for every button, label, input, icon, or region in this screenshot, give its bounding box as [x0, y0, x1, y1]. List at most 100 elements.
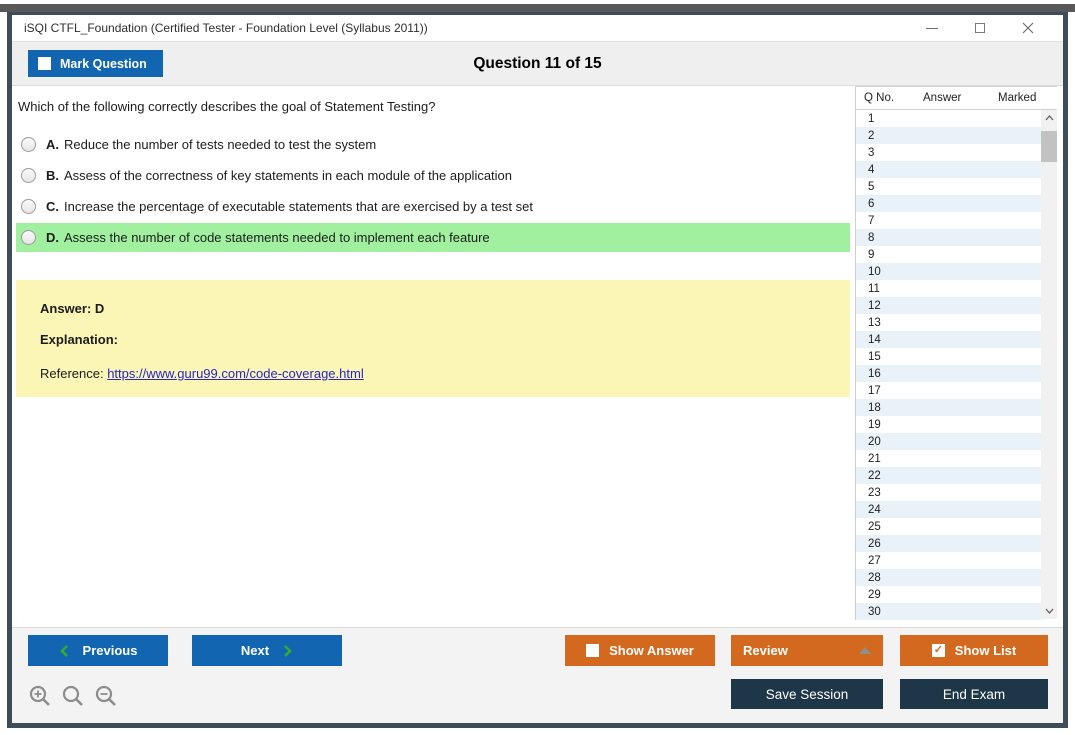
column-answer: Answer: [923, 92, 998, 104]
scroll-up-icon[interactable]: [1041, 110, 1057, 126]
table-row[interactable]: 2: [856, 127, 1041, 144]
option-row-b[interactable]: B.Assess of the correctness of key state…: [16, 161, 850, 190]
cell-q: 23: [868, 487, 919, 499]
cell-q: 11: [868, 283, 919, 295]
table-row[interactable]: 9: [856, 246, 1041, 263]
question-list-body: 1234567891011121314151617181920212223242…: [856, 110, 1057, 619]
previous-label: Previous: [83, 643, 138, 658]
zoom-in-icon[interactable]: [28, 684, 52, 708]
cell-q: 7: [868, 215, 919, 227]
show-answer-checkbox[interactable]: [586, 644, 599, 657]
cell-q: 20: [868, 436, 919, 448]
option-text: Reduce the number of tests needed to tes…: [64, 137, 376, 152]
radio-icon[interactable]: [21, 230, 36, 245]
option-row-a[interactable]: A. Reduce the number of tests needed to t…: [16, 130, 850, 159]
table-row[interactable]: 19: [856, 416, 1041, 433]
minimize-icon[interactable]: [925, 21, 939, 35]
zoom-reset-icon[interactable]: [61, 684, 85, 708]
show-answer-button[interactable]: Show Answer: [565, 635, 715, 666]
question-header-bar: Mark Question Question 11 of 15: [12, 42, 1063, 86]
explanation-label: Explanation:: [40, 332, 840, 347]
cell-q: 10: [868, 266, 919, 278]
table-row[interactable]: 13: [856, 314, 1041, 331]
scroll-down-icon[interactable]: [1041, 603, 1057, 619]
show-list-label: Show List: [955, 643, 1016, 658]
cell-q: 15: [868, 351, 919, 363]
table-row[interactable]: 10: [856, 263, 1041, 280]
table-row[interactable]: 25: [856, 518, 1041, 535]
table-row[interactable]: 30: [856, 603, 1041, 620]
table-row[interactable]: 28: [856, 569, 1041, 586]
table-row[interactable]: 5: [856, 178, 1041, 195]
cell-q: 25: [868, 521, 919, 533]
table-row[interactable]: 15: [856, 348, 1041, 365]
mark-question-checkbox[interactable]: [38, 57, 51, 70]
option-letter: B.: [46, 168, 59, 183]
option-text: Assess the number of code statements nee…: [64, 230, 490, 245]
cell-q: 22: [868, 470, 919, 482]
previous-button[interactable]: Previous: [28, 635, 168, 666]
table-row[interactable]: 24: [856, 501, 1041, 518]
cell-q: 3: [868, 147, 919, 159]
show-list-checkbox[interactable]: [932, 644, 945, 657]
chevron-left-icon: [59, 644, 69, 658]
app-window: iSQI CTFL_Foundation (Certified Tester -…: [7, 12, 1068, 728]
table-row[interactable]: 16: [856, 365, 1041, 382]
radio-icon[interactable]: [21, 199, 36, 214]
review-dropdown[interactable]: Review: [731, 635, 883, 666]
show-answer-label: Show Answer: [609, 643, 694, 658]
question-list-header: Q No. Answer Marked: [856, 86, 1057, 110]
reference-link[interactable]: https://www.guru99.com/code-coverage.htm…: [107, 366, 364, 381]
table-row[interactable]: 14: [856, 331, 1041, 348]
table-row[interactable]: 26: [856, 535, 1041, 552]
cell-q: 24: [868, 504, 919, 516]
cell-q: 28: [868, 572, 919, 584]
cell-q: 9: [868, 249, 919, 261]
table-row[interactable]: 12: [856, 297, 1041, 314]
radio-icon[interactable]: [21, 137, 36, 152]
save-session-button[interactable]: Save Session: [731, 679, 883, 709]
table-row[interactable]: 29: [856, 586, 1041, 603]
table-row[interactable]: 1: [856, 110, 1041, 127]
table-row[interactable]: 11: [856, 280, 1041, 297]
table-row[interactable]: 8: [856, 229, 1041, 246]
option-letter: A.: [46, 137, 59, 152]
question-rows: 1234567891011121314151617181920212223242…: [856, 110, 1041, 620]
table-row[interactable]: 27: [856, 552, 1041, 569]
next-button[interactable]: Next: [192, 635, 342, 666]
show-list-button[interactable]: Show List: [900, 635, 1048, 666]
cell-q: 5: [868, 181, 919, 193]
background-window-edge: [0, 4, 1075, 12]
table-row[interactable]: 22: [856, 467, 1041, 484]
table-row[interactable]: 21: [856, 450, 1041, 467]
table-row[interactable]: 7: [856, 212, 1041, 229]
cell-q: 16: [868, 368, 919, 380]
cell-q: 12: [868, 300, 919, 312]
table-row[interactable]: 4: [856, 161, 1041, 178]
title-bar: iSQI CTFL_Foundation (Certified Tester -…: [12, 15, 1063, 42]
close-icon[interactable]: [1021, 21, 1035, 35]
zoom-out-icon[interactable]: [94, 684, 118, 708]
scrollbar-thumb[interactable]: [1041, 131, 1057, 162]
maximize-icon[interactable]: [973, 21, 987, 35]
table-row[interactable]: 23: [856, 484, 1041, 501]
mark-question-label: Mark Question: [60, 57, 147, 71]
end-exam-label: End Exam: [943, 687, 1005, 702]
end-exam-button[interactable]: End Exam: [900, 679, 1048, 709]
cell-q: 13: [868, 317, 919, 329]
table-row[interactable]: 20: [856, 433, 1041, 450]
table-row[interactable]: 17: [856, 382, 1041, 399]
zoom-tools: [28, 684, 118, 708]
table-row[interactable]: 3: [856, 144, 1041, 161]
scrollbar[interactable]: [1041, 110, 1057, 619]
table-row[interactable]: 6: [856, 195, 1041, 212]
cell-q: 29: [868, 589, 919, 601]
table-row[interactable]: 18: [856, 399, 1041, 416]
option-row-d[interactable]: D.Assess the number of code statements n…: [16, 223, 850, 252]
option-row-c[interactable]: C.Increase the percentage of executable …: [16, 192, 850, 221]
reference-label: Reference:: [40, 366, 107, 381]
question-text: Which of the following correctly describ…: [18, 99, 435, 114]
save-session-label: Save Session: [766, 687, 849, 702]
radio-icon[interactable]: [21, 168, 36, 183]
mark-question-button[interactable]: Mark Question: [28, 50, 163, 77]
